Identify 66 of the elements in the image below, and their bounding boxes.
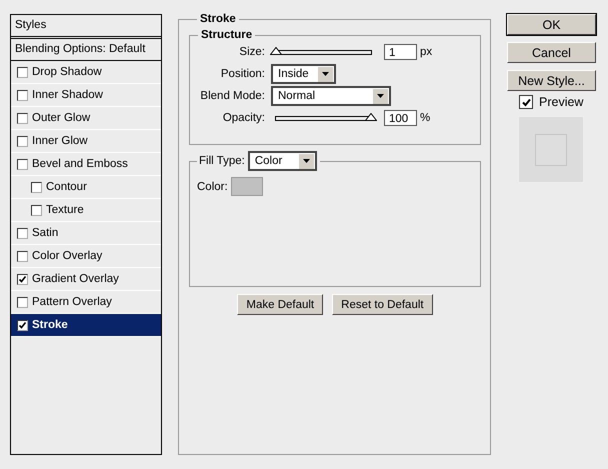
style-item[interactable]: Stroke [11,314,161,337]
styles-header: Styles [11,15,161,39]
size-field[interactable]: 1 [384,44,417,60]
style-label: Texture [46,204,84,216]
dialog-button[interactable]: OK [507,14,596,35]
style-label: Pattern Overlay [32,296,112,308]
checkbox[interactable] [17,320,28,330]
style-label: Drop Shadow [32,66,102,78]
checkbox[interactable] [17,66,28,78]
checkbox[interactable] [17,274,28,284]
preview-swatch [518,116,584,183]
checkbox[interactable] [17,90,28,100]
field-label: Blend Mode: [199,90,266,102]
checkbox[interactable] [17,296,28,308]
caret-icon [298,154,314,168]
checkbox[interactable] [31,204,42,216]
checkbox[interactable] [17,250,28,262]
group-title: Stroke [199,13,237,25]
style-item[interactable]: Color Overlay [11,245,161,268]
style-label: Outer Glow [32,112,90,124]
style-label: Satin [32,227,58,239]
field-label: Size: [238,46,266,58]
checkbox[interactable] [519,95,533,109]
field-label: Position: [220,68,266,80]
default-button[interactable]: Make Default [237,294,324,315]
style-item[interactable]: Outer Glow [11,107,161,130]
default-button[interactable]: Reset to Default [332,294,433,315]
style-item[interactable]: Bevel and Emboss [11,153,161,176]
group-title: Structure [200,29,254,41]
opacity-field[interactable]: 100 [384,110,417,126]
fill-type-dropdown[interactable]: Color [248,151,317,171]
field-label: Fill Type: [199,155,245,167]
style-item[interactable]: Texture [11,199,161,222]
field-label: Opacity: [222,112,266,124]
slider-thumb[interactable] [270,47,282,55]
dialog-button[interactable]: Cancel [507,42,596,63]
slider-thumb[interactable] [365,113,377,121]
color-swatch[interactable] [230,177,263,196]
blend-mode-dropdown[interactable]: Normal [271,86,391,106]
style-label: Stroke [32,319,68,331]
style-item[interactable]: Gradient Overlay [11,268,161,291]
blending-options-item[interactable]: Blending Options: Default [11,39,161,61]
style-item[interactable]: Contour [11,176,161,199]
style-label: Bevel and Emboss [32,158,128,170]
unit-label: px [420,46,432,58]
style-label: Inner Shadow [32,89,103,101]
checkbox[interactable] [17,228,28,238]
preview-label: Preview [539,95,584,109]
position-dropdown[interactable]: Inside [271,64,336,84]
checkbox[interactable] [17,158,28,170]
checkbox[interactable] [17,112,28,124]
style-item[interactable]: Drop Shadow [11,61,161,84]
dialog-button[interactable]: New Style... [507,70,596,91]
style-label: Inner Glow [32,135,88,147]
style-item[interactable]: Inner Glow [11,130,161,153]
style-item[interactable]: Inner Shadow [11,84,161,107]
style-label: Color Overlay [32,250,102,262]
style-label: Gradient Overlay [32,273,119,285]
unit-label: % [420,112,430,124]
style-label: Contour [46,181,87,193]
style-item[interactable]: Satin [11,222,161,245]
caret-icon [373,88,388,104]
checkbox[interactable] [17,136,28,146]
caret-icon [318,66,333,82]
checkbox[interactable] [31,182,42,192]
field-label: Color: [197,180,228,192]
